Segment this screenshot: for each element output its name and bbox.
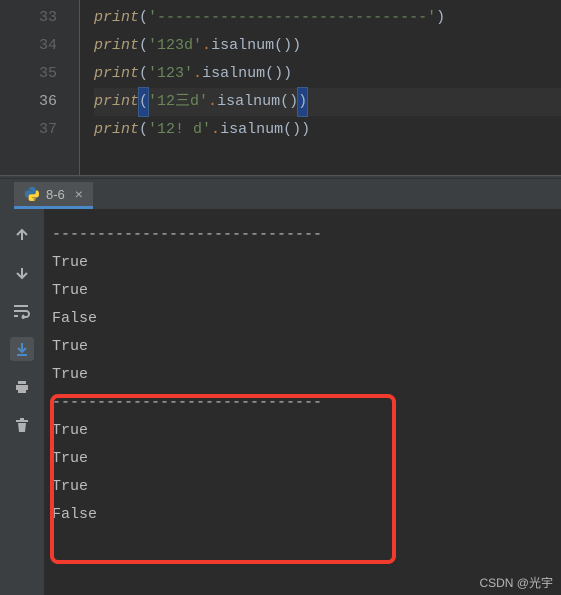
code-line[interactable]: print('123d'.isalnum()) [94,32,561,60]
code-line[interactable]: print('------------------------------') [94,4,561,32]
watermark: CSDN @光宇 [479,574,553,591]
line-number: 34 [0,32,57,60]
console-line: True [52,417,553,445]
code-line-active[interactable]: print('12三d'.isalnum()) [94,88,561,116]
code-line[interactable]: print('123'.isalnum()) [94,60,561,88]
scroll-to-end-icon[interactable] [10,337,34,361]
line-number: 37 [0,116,57,144]
line-number-gutter: 33 34 35 36 37 [0,0,80,175]
print-icon[interactable] [10,375,34,399]
line-number: 33 [0,4,57,32]
python-icon [24,186,40,202]
run-tab[interactable]: 8-6 × [14,182,93,209]
console-line: False [52,501,553,529]
console-line: True [52,277,553,305]
code-area[interactable]: print('------------------------------') … [80,0,561,175]
console-line: True [52,333,553,361]
console-line: False [52,305,553,333]
console-line: True [52,249,553,277]
console-line: True [52,361,553,389]
line-number: 35 [0,60,57,88]
run-tab-bar: 8-6 × [0,179,561,209]
up-arrow-icon[interactable] [10,223,34,247]
trash-icon[interactable] [10,413,34,437]
run-toolbar [0,209,44,595]
line-number: 36 [0,88,57,116]
console-line: True [52,445,553,473]
code-line[interactable]: print('12! d'.isalnum()) [94,116,561,144]
soft-wrap-icon[interactable] [10,299,34,323]
console-line: True [52,473,553,501]
down-arrow-icon[interactable] [10,261,34,285]
run-tab-label: 8-6 [46,187,65,202]
code-editor: 33 34 35 36 37 print('------------------… [0,0,561,175]
console-line: ------------------------------ [52,389,553,417]
run-panel: ------------------------------ True True… [0,209,561,595]
console-line: ------------------------------ [52,221,553,249]
console-output[interactable]: ------------------------------ True True… [44,209,561,595]
close-icon[interactable]: × [75,186,83,202]
